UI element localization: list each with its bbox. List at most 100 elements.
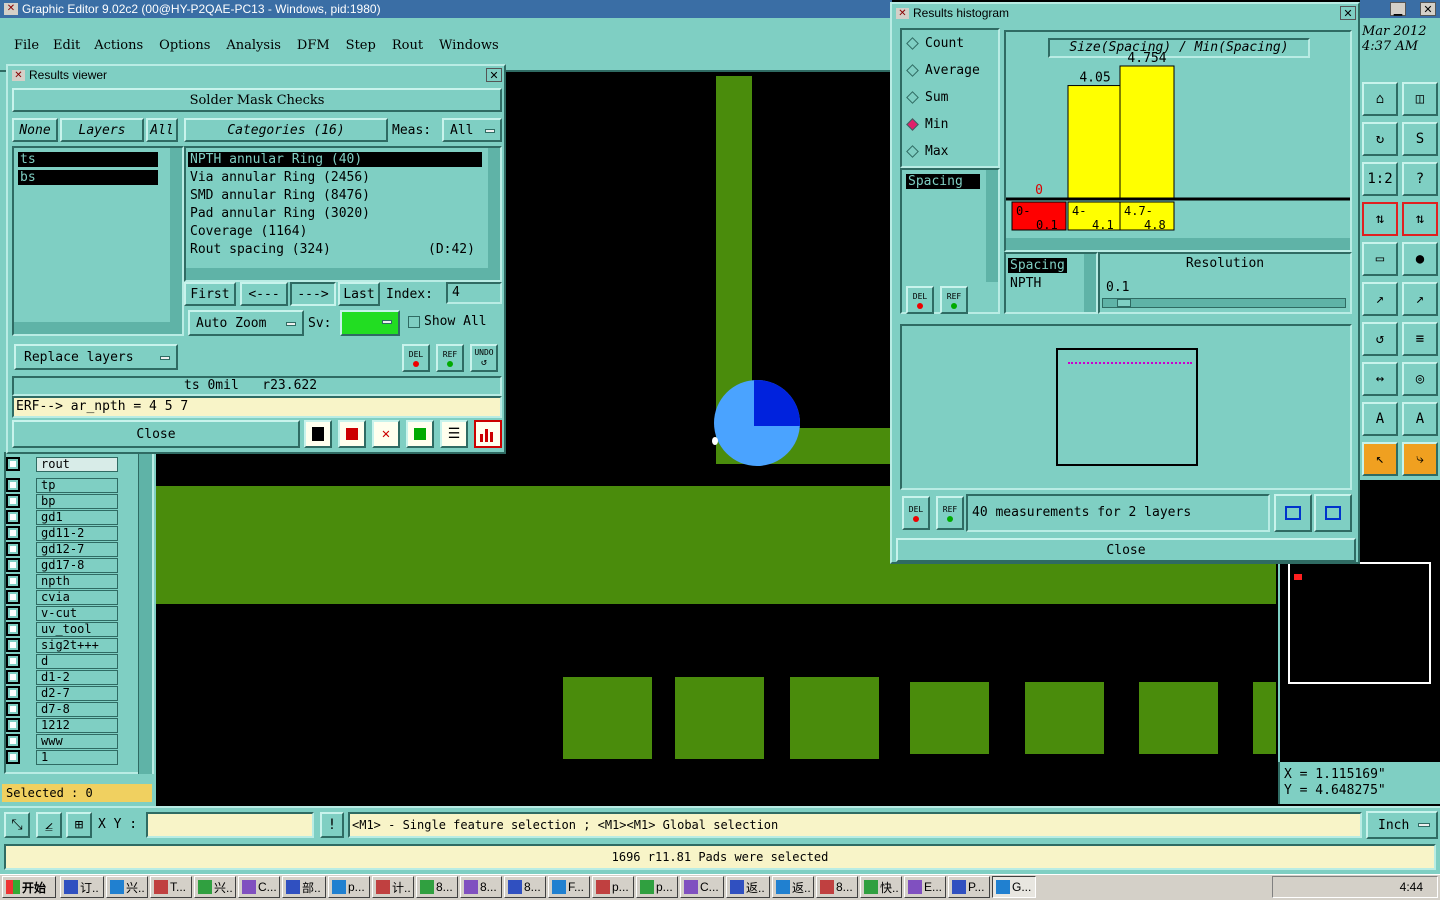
- taskbar-item[interactable]: 8...: [416, 876, 458, 898]
- start-button[interactable]: 开始: [2, 876, 56, 898]
- pointer-icon[interactable]: ↖: [1362, 442, 1398, 476]
- layer-checkbox[interactable]: [6, 457, 20, 471]
- mode-count[interactable]: Count: [906, 36, 964, 51]
- menu-edit[interactable]: Edit: [53, 38, 80, 53]
- chart-scrollbar[interactable]: [1006, 238, 1350, 250]
- layers-scrollbar-h[interactable]: [14, 322, 172, 334]
- taskbar-item[interactable]: T...: [150, 876, 192, 898]
- histogram-bar[interactable]: [1067, 85, 1123, 199]
- field-scrollbar[interactable]: [986, 170, 998, 282]
- ref-button[interactable]: REF: [436, 344, 464, 372]
- ruler-icon[interactable]: ▭: [1362, 242, 1398, 276]
- measure-distance-icon[interactable]: ↔: [1362, 362, 1398, 396]
- layer-row[interactable]: gd11-2: [6, 525, 118, 541]
- layer-checkbox[interactable]: [6, 526, 20, 540]
- taskbar-item[interactable]: 兴..: [194, 876, 236, 898]
- taskbar-item[interactable]: 快..: [860, 876, 902, 898]
- layer-row[interactable]: npth: [6, 573, 118, 589]
- layer-checkbox[interactable]: [6, 670, 20, 684]
- taskbar-item[interactable]: 8...: [504, 876, 546, 898]
- viewer-layer-item[interactable]: bs: [18, 170, 158, 185]
- layer-row[interactable]: gd12-7: [6, 541, 118, 557]
- viewer-layer-item[interactable]: ts: [18, 152, 158, 167]
- layer-checkbox[interactable]: [6, 542, 20, 556]
- layer-checkbox[interactable]: [6, 734, 20, 748]
- info-icon[interactable]: !: [320, 812, 344, 838]
- layer-row[interactable]: tp: [6, 477, 118, 493]
- histogram-close-button[interactable]: Close: [896, 538, 1356, 562]
- mode-sum[interactable]: Sum: [906, 90, 948, 105]
- layer-row[interactable]: gd17-8: [6, 557, 118, 573]
- taskbar-item[interactable]: p...: [592, 876, 634, 898]
- field-selected[interactable]: Spacing: [1008, 258, 1067, 273]
- menu-analysis[interactable]: Analysis: [226, 38, 281, 53]
- npth-pad-highlight[interactable]: [714, 380, 800, 466]
- taskbar-item[interactable]: P...: [948, 876, 990, 898]
- layer-checkbox[interactable]: [6, 638, 20, 652]
- report-icon[interactable]: [338, 420, 366, 448]
- route-icon[interactable]: S: [1402, 122, 1438, 156]
- taskbar-item[interactable]: C...: [680, 876, 724, 898]
- pan-icon[interactable]: [1314, 494, 1352, 532]
- taskbar-item[interactable]: 订..: [60, 876, 104, 898]
- shapes-icon[interactable]: ◎: [1402, 362, 1438, 396]
- menu-options[interactable]: Options: [159, 38, 210, 53]
- show-all-checkbox[interactable]: [408, 316, 420, 328]
- layers-scrollbar-v[interactable]: [170, 148, 182, 334]
- dot-icon[interactable]: ●: [1402, 242, 1438, 276]
- layer-row[interactable]: bp: [6, 493, 118, 509]
- layer-toggle-icon[interactable]: ⇅: [1362, 202, 1398, 236]
- taskbar-item[interactable]: 部..: [282, 876, 326, 898]
- zoom-to-fit-icon[interactable]: [1274, 494, 1312, 532]
- highlight-icon[interactable]: [304, 420, 332, 448]
- taskbar-item[interactable]: 计..: [372, 876, 414, 898]
- taskbar-item[interactable]: p...: [636, 876, 678, 898]
- replace-layers-select[interactable]: Replace layers: [14, 344, 178, 370]
- panel-icon[interactable]: ◫: [1402, 82, 1438, 116]
- home-icon[interactable]: ⌂: [1362, 82, 1398, 116]
- feature-icon[interactable]: ≡: [1402, 322, 1438, 356]
- menu-dfm[interactable]: DFM: [297, 38, 330, 53]
- layer-row[interactable]: www: [6, 733, 118, 749]
- taskbar-item[interactable]: 8...: [816, 876, 858, 898]
- resolution-slider[interactable]: [1102, 298, 1346, 308]
- none-button[interactable]: None: [12, 118, 58, 142]
- layers-button[interactable]: Layers: [60, 118, 144, 142]
- preview-ref-button[interactable]: REF: [936, 496, 964, 530]
- category-item[interactable]: Coverage (1164): [188, 224, 482, 239]
- histogram-bar[interactable]: [1119, 65, 1175, 199]
- index-input[interactable]: 4: [446, 282, 502, 304]
- xy-input[interactable]: [146, 812, 314, 838]
- histogram-close-icon[interactable]: ✕: [1340, 6, 1356, 20]
- menu-windows[interactable]: Windows: [439, 38, 499, 53]
- minimize-button[interactable]: ▁: [1390, 2, 1406, 16]
- layer-row[interactable]: gd1: [6, 509, 118, 525]
- preview-del-button[interactable]: DEL: [902, 496, 930, 530]
- snap-icon[interactable]: ↗: [1362, 282, 1398, 316]
- layer-row[interactable]: d1-2: [6, 669, 118, 685]
- layer-checkbox[interactable]: [6, 590, 20, 604]
- menu-file[interactable]: File: [14, 38, 39, 53]
- layer-row[interactable]: 1: [6, 749, 118, 765]
- sort-icon[interactable]: [406, 420, 434, 448]
- layer-checkbox[interactable]: [6, 686, 20, 700]
- histogram-icon[interactable]: [474, 420, 502, 448]
- layer-row[interactable]: 1212: [6, 717, 118, 733]
- categories-button[interactable]: Categories (16): [184, 118, 388, 142]
- taskbar-item[interactable]: 返..: [726, 876, 770, 898]
- layer-toggle-2-icon[interactable]: ⇅: [1402, 202, 1438, 236]
- field-item-spacing[interactable]: Spacing: [906, 174, 980, 189]
- grid-icon[interactable]: ⊞: [66, 812, 92, 838]
- mode-min[interactable]: Min: [906, 117, 948, 132]
- zoom-window-icon[interactable]: ⤡: [4, 812, 30, 838]
- layer-checkbox[interactable]: [6, 702, 20, 716]
- taskbar-item[interactable]: F...: [548, 876, 590, 898]
- layer-checkbox[interactable]: [6, 494, 20, 508]
- help-icon[interactable]: ?: [1402, 162, 1438, 196]
- menu-rout[interactable]: Rout: [392, 38, 423, 53]
- menu-actions[interactable]: Actions: [94, 38, 143, 53]
- menu-step[interactable]: Step: [346, 38, 376, 53]
- histogram-del-button[interactable]: DEL: [906, 286, 934, 314]
- undo-button[interactable]: UNDO ↺: [470, 344, 498, 372]
- last-button[interactable]: Last: [338, 282, 380, 306]
